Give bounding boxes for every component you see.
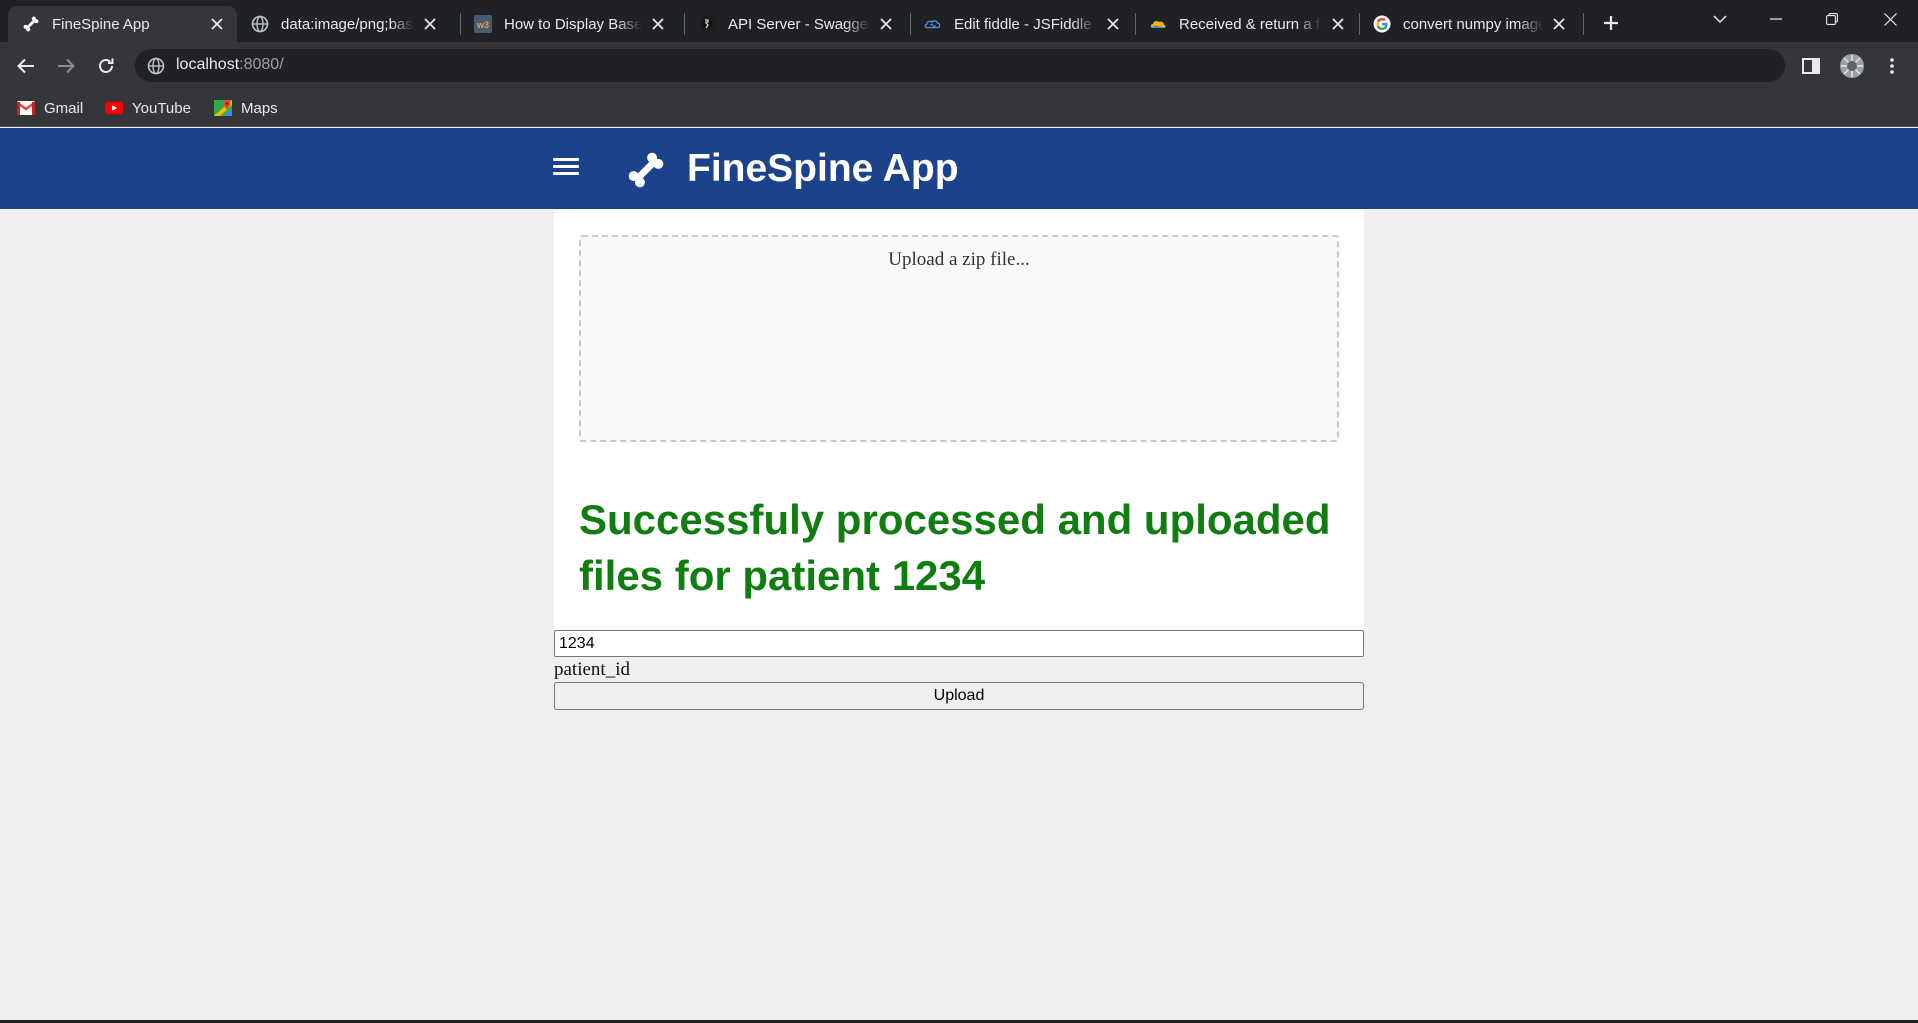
profile-button[interactable]: [1836, 50, 1868, 82]
jsfiddle-icon: [924, 15, 942, 33]
close-tab-icon[interactable]: [876, 14, 896, 34]
patient-form: patient_id Upload: [554, 630, 1364, 710]
tab-title: API Server - Swagger UI: [728, 15, 870, 33]
tab-jsfiddle[interactable]: Edit fiddle - JSFiddle: [910, 6, 1133, 42]
more-vert-icon: [1890, 58, 1894, 74]
globe-icon: [251, 15, 269, 33]
restore-icon: [1826, 13, 1838, 25]
swagger-icon: [698, 15, 716, 33]
tab-received-file[interactable]: Received & return a file: [1135, 6, 1358, 42]
gmail-icon: [17, 100, 35, 116]
bookmark-maps[interactable]: Maps: [214, 97, 278, 119]
new-tab-button[interactable]: [1596, 8, 1626, 38]
arrow-left-icon: [17, 58, 34, 74]
app-header: FineSpine App: [0, 128, 1918, 209]
tab-separator: [1583, 13, 1584, 35]
maps-icon: [214, 100, 232, 116]
tab-title: convert numpy image: [1403, 15, 1543, 33]
side-panel-button[interactable]: [1795, 50, 1827, 82]
reload-button[interactable]: [90, 50, 122, 82]
close-tab-icon[interactable]: [207, 14, 227, 34]
patient-id-label: patient_id: [554, 659, 630, 680]
close-icon: [1883, 12, 1897, 26]
reload-icon: [99, 58, 114, 73]
bookmarks-bar: Gmail YouTube Maps: [0, 89, 1918, 127]
chevron-down-icon: [1713, 14, 1727, 23]
bone-icon: [624, 148, 668, 192]
close-tab-icon[interactable]: [1103, 14, 1123, 34]
forward-button[interactable]: [50, 50, 82, 82]
tab-title: data:image/png;base64: [281, 15, 414, 33]
google-icon: [1373, 15, 1391, 33]
cloud-icon: [1149, 15, 1167, 33]
close-tab-icon[interactable]: [1549, 14, 1569, 34]
dropzone-label: Upload a zip file...: [888, 249, 1030, 270]
close-window-button[interactable]: [1862, 0, 1918, 38]
bookmark-label: YouTube: [132, 99, 191, 117]
bookmark-gmail[interactable]: Gmail: [17, 97, 83, 119]
minimize-button[interactable]: [1748, 0, 1804, 38]
bone-icon: [22, 15, 40, 33]
browser-menu-button[interactable]: [1876, 50, 1908, 82]
address-bar[interactable]: localhost:8080/: [135, 49, 1785, 82]
tab-data-image[interactable]: data:image/png;base64: [237, 6, 450, 42]
site-info-icon[interactable]: [147, 57, 165, 80]
tab-title: Received & return a file: [1179, 15, 1322, 33]
url-text: localhost:8080/: [176, 56, 284, 74]
tab-title: Edit fiddle - JSFiddle: [954, 15, 1092, 33]
close-tab-icon[interactable]: [648, 14, 668, 34]
youtube-icon: [105, 100, 123, 116]
browser-tab-strip: FineSpine App data:image/png;base64 w3 H…: [0, 0, 1918, 42]
tab-title: How to Display Base64: [504, 15, 642, 33]
tab-search-button[interactable]: [1692, 0, 1748, 38]
tab-swagger[interactable]: API Server - Swagger UI: [684, 6, 906, 42]
url-host: localhost: [176, 56, 240, 73]
plus-icon: [1604, 16, 1618, 30]
w3-icon: w3: [474, 15, 492, 33]
close-tab-icon[interactable]: [1328, 14, 1348, 34]
upload-card: Upload a zip file... Successfuly process…: [554, 210, 1364, 630]
close-tab-icon[interactable]: [420, 14, 440, 34]
tab-finespine[interactable]: FineSpine App: [8, 6, 237, 42]
app-title: FineSpine App: [687, 147, 959, 190]
avatar: [1840, 54, 1864, 78]
bookmark-label: Maps: [241, 99, 278, 117]
svg-text:w3: w3: [476, 20, 489, 30]
url-port: :8080/: [239, 56, 284, 73]
bookmark-label: Gmail: [44, 99, 84, 117]
tab-title: FineSpine App: [52, 15, 150, 33]
minimize-icon: [1770, 18, 1782, 20]
tab-google-search[interactable]: convert numpy image: [1359, 6, 1579, 42]
tab-w3schools[interactable]: w3 How to Display Base64: [460, 6, 678, 42]
arrow-right-icon: [58, 58, 75, 74]
patient-id-input[interactable]: [554, 630, 1364, 657]
upload-button[interactable]: Upload: [554, 682, 1364, 710]
restore-button[interactable]: [1804, 0, 1860, 38]
browser-toolbar: localhost:8080/: [0, 42, 1918, 89]
side-panel-icon: [1802, 58, 1820, 74]
menu-icon[interactable]: [553, 158, 579, 180]
bookmark-youtube[interactable]: YouTube: [105, 97, 191, 119]
success-message: Successfuly processed and uploaded files…: [579, 496, 1331, 599]
zip-dropzone[interactable]: Upload a zip file...: [579, 235, 1339, 442]
back-button[interactable]: [10, 50, 42, 82]
